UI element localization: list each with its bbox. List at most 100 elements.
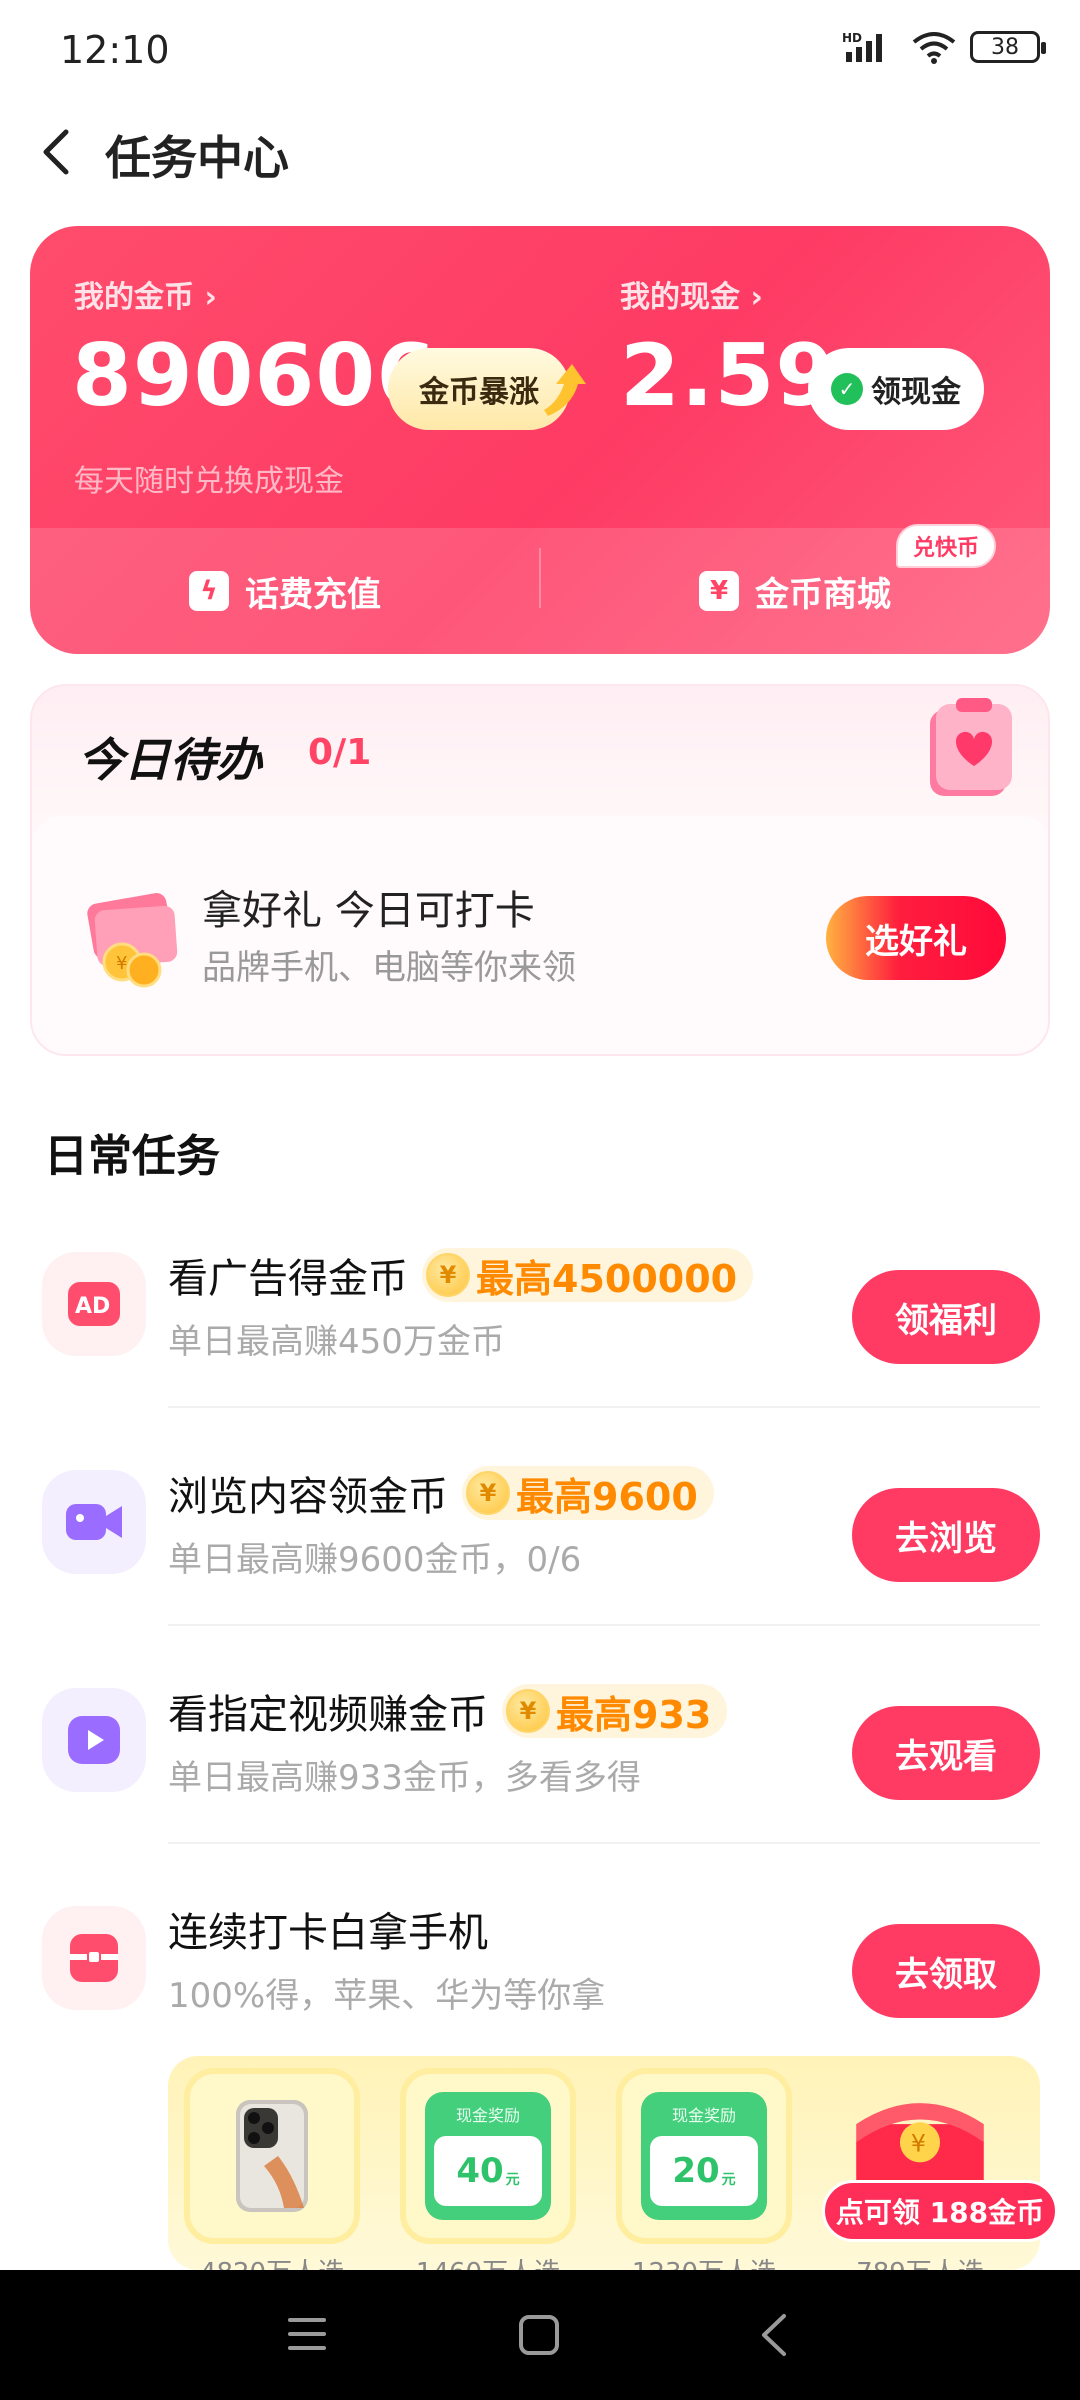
divider [168, 1842, 1040, 1844]
today-todo-card: 今日待办 0/1 ¥ 拿好礼 今日可打卡 品牌手机、电脑等你来领 选好礼 [30, 684, 1050, 1056]
clipboard-heart-icon [930, 698, 1012, 796]
prize-label: 789万人选 [832, 2252, 1008, 2270]
today-item-title: 拿好礼 今日可打卡 [202, 888, 535, 934]
menu-icon[interactable] [286, 2314, 328, 2354]
today-item-desc: 品牌手机、电脑等你来领 [202, 948, 576, 988]
battery-level: 38 [991, 34, 1019, 60]
coins-balance: 890606 [72, 326, 438, 426]
withdraw-cash-label: 领现金 [871, 375, 961, 410]
task-desc: 100%得，苹果、华为等你拿 [168, 1976, 606, 2016]
prize-label: 1230万人选 [616, 2252, 792, 2270]
task-desc: 单日最高赚9600金币，0/6 [168, 1540, 582, 1580]
exchange-hint: 每天随时兑换成现金 [74, 464, 344, 499]
my-cash-link[interactable]: 我的现金 › [620, 272, 763, 316]
choose-gift-button[interactable]: 选好礼 [826, 896, 1006, 980]
prize-phone[interactable] [184, 2068, 360, 2244]
task-watch-ads: AD 看广告得金币 ¥ 最高4500000 单日最高赚450万金币 领福利 [0, 1208, 1080, 1408]
cash-gift-icon: ¥ [87, 893, 178, 988]
coin-icon: ¥ [506, 1689, 550, 1733]
system-nav-bar [0, 2270, 1080, 2400]
cash-coupon: 现金奖励 40 元 [425, 2092, 551, 2220]
go-claim-button[interactable]: 去领取 [852, 1924, 1040, 2018]
my-coins-link[interactable]: 我的金币 › [74, 272, 217, 316]
go-watch-button[interactable]: 去观看 [852, 1706, 1040, 1800]
withdraw-cash-button[interactable]: ✓ 领现金 [808, 348, 984, 430]
today-todo-item[interactable]: ¥ 拿好礼 今日可打卡 品牌手机、电脑等你来领 选好礼 [32, 816, 1048, 1054]
today-todo-title: 今日待办 [78, 733, 262, 787]
wallet-card: 我的金币 › 890606 金币暴涨 我的现金 › 2.59 ✓ 领现金 每天随… [30, 226, 1050, 654]
cash-amount: 20 [672, 2151, 720, 2191]
page-title: 任务中心 [105, 131, 289, 185]
battery-icon: 38 [970, 31, 1046, 63]
ticket-icon: ¥ [699, 571, 739, 611]
cash-coupon-value: 20 元 [650, 2136, 758, 2206]
svg-text:¥: ¥ [911, 2129, 926, 2157]
max-reward-text: 最高4500000 [476, 1256, 738, 1301]
cash-amount: 40 [456, 2151, 504, 2191]
daily-tasks-title: 日常任务 [44, 1131, 220, 1182]
task-name: 连续打卡白拿手机 [168, 1900, 488, 1958]
status-bar: 12:10 HD 38 [0, 0, 1080, 100]
max-reward-text: 最高933 [556, 1692, 712, 1737]
back-arrow-icon[interactable] [30, 122, 90, 182]
lightning-icon: ϟ [189, 571, 229, 611]
task-name: 看指定视频赚金币 ¥ 最高933 [168, 1682, 728, 1740]
exchange-kuaibi-tag: 兑快币 [896, 524, 996, 568]
task-title: 看指定视频赚金币 [168, 1692, 488, 1738]
prize-cash-20[interactable]: 现金奖励 20 元 [616, 2068, 792, 2244]
prize-cash-40[interactable]: 现金奖励 40 元 [400, 2068, 576, 2244]
max-reward-badge: ¥ 最高9600 [462, 1466, 714, 1520]
divider [168, 1406, 1040, 1408]
cash-coupon-value: 40 元 [434, 2136, 542, 2206]
phone-icon [236, 2100, 308, 2212]
svg-text:HD: HD [842, 31, 862, 45]
svg-text:AD: AD [75, 1294, 110, 1319]
task-checkin-phone: 连续打卡白拿手机 100%得，苹果、华为等你拿 去领取 [0, 1862, 1080, 2062]
cash-unit: 元 [505, 2172, 520, 2188]
signal-icon: HD [842, 31, 882, 62]
home-icon[interactable] [518, 2314, 560, 2356]
phone-recharge-button[interactable]: ϟ 话费充值 [30, 528, 540, 654]
wechat-icon: ✓ [831, 373, 863, 405]
task-name: 看广告得金币 ¥ 最高4500000 [168, 1246, 754, 1304]
task-browse-content: 浏览内容领金币 ¥ 最高9600 单日最高赚9600金币，0/6 去浏览 [0, 1426, 1080, 1626]
status-icons: HD 38 [842, 30, 1046, 64]
cash-coupon-title: 现金奖励 [671, 2106, 736, 2125]
cash-coupon-title: 现金奖励 [455, 2106, 520, 2125]
task-watch-video: 看指定视频赚金币 ¥ 最高933 单日最高赚933金币，多看多得 去观看 [0, 1644, 1080, 1844]
cash-balance: 2.59 [620, 326, 837, 426]
status-time: 12:10 [60, 28, 170, 72]
wifi-icon [912, 32, 956, 64]
video-camera-icon [42, 1470, 146, 1574]
back-icon[interactable] [756, 2312, 792, 2358]
task-title: 看广告得金币 [168, 1256, 408, 1302]
svg-text:¥: ¥ [116, 953, 127, 974]
claim-coins-tip[interactable]: 点可领 188金币 [822, 2180, 1058, 2242]
gift-box-icon [42, 1906, 146, 2010]
trend-up-icon [544, 364, 586, 416]
cash-coupon: 现金奖励 20 元 [641, 2092, 767, 2220]
phone-recharge-label: 话费充值 [245, 574, 381, 615]
coins-surge-button[interactable]: 金币暴涨 [388, 348, 586, 430]
shortcut-divider [539, 548, 541, 608]
prize-label: 4820万人选 [184, 2252, 360, 2270]
coin-mall-label: 金币商城 [755, 574, 891, 615]
max-reward-badge: ¥ 最高933 [502, 1684, 728, 1738]
coins-surge-label: 金币暴涨 [419, 375, 539, 410]
prize-label: 1460万人选 [400, 2252, 576, 2270]
divider [168, 1624, 1040, 1626]
max-reward-badge: ¥ 最高4500000 [422, 1248, 754, 1302]
cash-unit: 元 [721, 2172, 736, 2188]
task-name: 浏览内容领金币 ¥ 最高9600 [168, 1464, 714, 1522]
task-desc: 单日最高赚450万金币 [168, 1322, 505, 1362]
go-browse-button[interactable]: 去浏览 [852, 1488, 1040, 1582]
task-title: 浏览内容领金币 [168, 1474, 448, 1520]
coin-icon: ¥ [426, 1253, 470, 1297]
header: 任务中心 [0, 100, 1080, 210]
claim-benefit-button[interactable]: 领福利 [852, 1270, 1040, 1364]
max-reward-text: 最高9600 [516, 1474, 698, 1519]
task-title: 连续打卡白拿手机 [168, 1910, 488, 1956]
ad-icon: AD [42, 1252, 146, 1356]
play-icon [42, 1688, 146, 1792]
task-desc: 单日最高赚933金币，多看多得 [168, 1758, 641, 1798]
